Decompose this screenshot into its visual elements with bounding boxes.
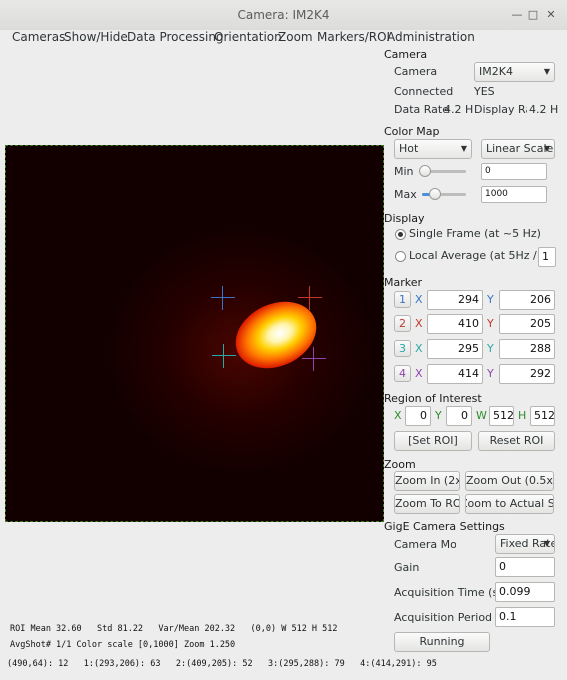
marker-4-y-label: Y bbox=[487, 367, 494, 380]
marker-4-x-field[interactable]: 414 bbox=[427, 364, 483, 384]
local-average-radio[interactable] bbox=[395, 251, 406, 262]
reset-roi-button[interactable]: Reset ROI bbox=[478, 431, 555, 451]
min-label: Min bbox=[394, 165, 414, 178]
marker-4-crosshair[interactable] bbox=[302, 347, 326, 371]
marker-2-y-label: Y bbox=[487, 317, 494, 330]
status-marker-values: (490,64): 12 1:(293,206): 63 2:(409,205)… bbox=[7, 659, 437, 669]
marker-1-x-label: X bbox=[415, 293, 423, 306]
menu-markers-roi[interactable]: Markers/ROI bbox=[317, 30, 390, 44]
single-frame-label: Single Frame (at ~5 Hz) bbox=[409, 227, 541, 240]
data-rate-value: 4.2 H bbox=[444, 103, 474, 116]
camera-mode-select[interactable]: Fixed Rate ▼ bbox=[495, 534, 555, 554]
marker-3-crosshair[interactable] bbox=[212, 344, 236, 368]
marker-3-y-field[interactable]: 288 bbox=[499, 339, 555, 359]
close-icon[interactable]: ✕ bbox=[544, 8, 558, 22]
marker-2-crosshair[interactable] bbox=[298, 286, 322, 310]
running-button[interactable]: Running bbox=[394, 632, 490, 652]
roi-x-field[interactable]: 0 bbox=[405, 406, 431, 426]
palette-select-value: Hot bbox=[399, 142, 419, 155]
zoom-in-button[interactable]: Zoom In (2x) bbox=[394, 471, 460, 491]
marker-2-x-field[interactable]: 410 bbox=[427, 314, 483, 334]
average-count-field[interactable]: 1 bbox=[538, 247, 556, 267]
data-rate-label: Data Rate bbox=[394, 103, 449, 116]
roi-y-field[interactable]: 0 bbox=[446, 406, 472, 426]
marker-1-crosshair[interactable] bbox=[211, 286, 235, 310]
display-rate-label: Display Ra bbox=[474, 103, 527, 116]
window-title: Camera: IM2K4 bbox=[237, 8, 330, 22]
chevron-down-icon: ▼ bbox=[543, 539, 550, 548]
menu-orientation[interactable]: Orientation bbox=[214, 30, 282, 44]
chevron-down-icon: ▼ bbox=[543, 144, 550, 153]
camera-image[interactable] bbox=[5, 145, 384, 522]
single-frame-radio[interactable] bbox=[395, 229, 406, 240]
roi-y-label: Y bbox=[435, 409, 442, 422]
marker-1-button[interactable]: 1 bbox=[394, 291, 411, 308]
gain-label: Gain bbox=[394, 561, 420, 574]
palette-select[interactable]: Hot ▼ bbox=[394, 139, 472, 159]
marker-4-y-field[interactable]: 292 bbox=[499, 364, 555, 384]
gain-field[interactable]: 0 bbox=[495, 557, 555, 577]
acq-period-label: Acquisition Period (s bbox=[394, 611, 491, 624]
zoom-to-roi-button[interactable]: Zoom To ROI bbox=[394, 494, 460, 514]
marker-2-button[interactable]: 2 bbox=[394, 315, 411, 332]
chevron-down-icon: ▼ bbox=[543, 67, 550, 76]
zoom-out-button[interactable]: Zoom Out (0.5x) bbox=[465, 471, 554, 491]
minimize-icon[interactable]: — bbox=[510, 8, 524, 22]
min-field[interactable]: 0 bbox=[481, 163, 547, 180]
camera-mode-label: Camera Mode bbox=[394, 538, 456, 551]
camera-select[interactable]: IM2K4 ▼ bbox=[474, 62, 555, 82]
maximize-icon[interactable]: □ bbox=[526, 8, 540, 22]
status-avg-shot: AvgShot# 1/1 Color scale [0,1000] Zoom 1… bbox=[10, 640, 236, 650]
acq-period-field[interactable]: 0.1 bbox=[495, 607, 555, 627]
min-slider-handle[interactable] bbox=[419, 165, 431, 177]
marker-3-y-label: Y bbox=[487, 342, 494, 355]
acq-time-field[interactable]: 0.099 bbox=[495, 582, 555, 602]
max-label: Max bbox=[394, 188, 417, 201]
roi-w-label: W bbox=[476, 409, 487, 422]
marker-1-y-label: Y bbox=[487, 293, 494, 306]
menu-administration[interactable]: Administration bbox=[387, 30, 475, 44]
marker-2-x-label: X bbox=[415, 317, 423, 330]
marker-1-x-field[interactable]: 294 bbox=[427, 290, 483, 310]
camera-section-header: Camera bbox=[384, 48, 428, 61]
menu-zoom[interactable]: Zoom bbox=[278, 30, 313, 44]
roi-w-field[interactable]: 512 bbox=[489, 406, 514, 426]
acq-time-label: Acquisition Time (s) bbox=[394, 586, 503, 599]
marker-2-y-field[interactable]: 205 bbox=[499, 314, 555, 334]
marker-3-button[interactable]: 3 bbox=[394, 340, 411, 357]
connected-label: Connected bbox=[394, 85, 454, 98]
chevron-down-icon: ▼ bbox=[460, 144, 467, 153]
marker-4-x-label: X bbox=[415, 367, 423, 380]
local-average-label: Local Average (at 5Hz / #) bbox=[409, 249, 554, 262]
display-rate-value: 4.2 H bbox=[529, 103, 559, 116]
marker-3-x-label: X bbox=[415, 342, 423, 355]
marker-3-x-field[interactable]: 295 bbox=[427, 339, 483, 359]
menu-cameras[interactable]: Cameras bbox=[12, 30, 65, 44]
menu-show-hide[interactable]: Show/Hide bbox=[64, 30, 128, 44]
set-roi-button[interactable]: [Set ROI] bbox=[394, 431, 472, 451]
menu-data-processing[interactable]: Data Processing bbox=[127, 30, 224, 44]
status-roi-stats: ROI Mean 32.60 Std 81.22 Var/Mean 202.32… bbox=[10, 624, 338, 634]
marker-header: Marker bbox=[384, 276, 423, 289]
roi-header: Region of Interest bbox=[384, 392, 482, 405]
display-header: Display bbox=[384, 212, 425, 225]
marker-1-y-field[interactable]: 206 bbox=[499, 290, 555, 310]
connected-value: YES bbox=[474, 85, 495, 98]
roi-h-field[interactable]: 512 bbox=[530, 406, 555, 426]
camera-label: Camera bbox=[394, 65, 438, 78]
max-field[interactable]: 1000 bbox=[481, 186, 547, 203]
marker-4-button[interactable]: 4 bbox=[394, 365, 411, 382]
roi-x-label: X bbox=[394, 409, 402, 422]
gige-header: GigE Camera Settings bbox=[384, 520, 505, 533]
zoom-header: Zoom bbox=[384, 458, 416, 471]
camera-select-value: IM2K4 bbox=[479, 65, 513, 78]
zoom-actual-size-button[interactable]: Zoom to Actual Size bbox=[465, 494, 554, 514]
max-slider-handle[interactable] bbox=[429, 188, 441, 200]
roi-h-label: H bbox=[518, 409, 527, 422]
color-map-header: Color Map bbox=[384, 125, 440, 138]
scale-select[interactable]: Linear Scale ▼ bbox=[481, 139, 555, 159]
